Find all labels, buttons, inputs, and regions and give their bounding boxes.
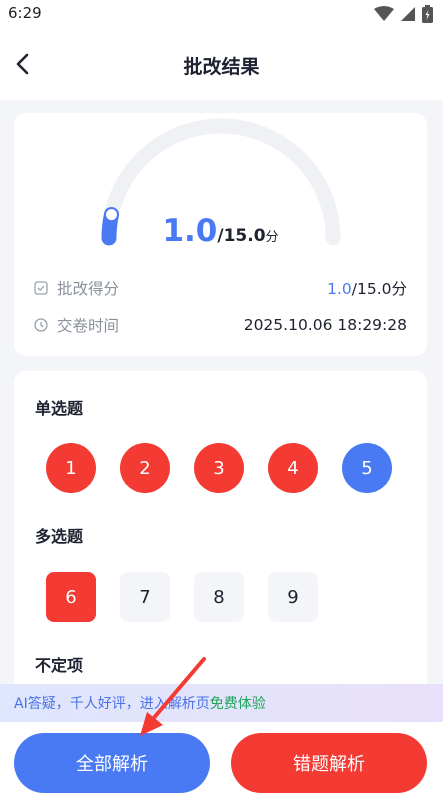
question-9[interactable]: 9 (268, 572, 318, 622)
score-display: 1.0/15.0分 (14, 213, 427, 249)
score-unit: 分 (265, 230, 279, 245)
clock-icon (34, 318, 48, 332)
question-5[interactable]: 5 (342, 443, 392, 493)
multi-choice-row: 6 7 8 9 (46, 572, 318, 622)
time-value: 2025.10.06 18:29:28 (243, 316, 407, 334)
question-7[interactable]: 7 (120, 572, 170, 622)
score-info-row: 批改得分 1.0/15.0分 (34, 276, 407, 300)
app-bar: 批改结果 (0, 30, 443, 100)
submit-time-row: 交卷时间 2025.10.06 18:29:28 (34, 313, 407, 337)
battery-icon (422, 5, 433, 23)
question-6[interactable]: 6 (46, 572, 96, 622)
all-analysis-button[interactable]: 全部解析 (14, 733, 210, 793)
section-title-single: 单选题 (35, 399, 84, 418)
score-info-total: /15.0分 (351, 280, 407, 298)
status-icons (374, 5, 433, 23)
promo-text: AI答疑，千人好评，进入解析页 (14, 696, 210, 712)
score-info-value: 1.0 (327, 280, 352, 298)
time-label: 交卷时间 (57, 317, 120, 335)
checkbox-icon (34, 281, 48, 295)
page-title: 批改结果 (183, 56, 260, 78)
question-card: 单选题 1 2 3 4 5 多选题 6 7 8 9 不定项 (14, 371, 427, 701)
question-4[interactable]: 4 (268, 443, 318, 493)
section-title-multi: 多选题 (35, 527, 84, 546)
ai-promo-banner[interactable]: AI答疑，千人好评，进入解析页 免费体验 (0, 684, 443, 722)
question-2[interactable]: 2 (120, 443, 170, 493)
score-value: 1.0 (162, 213, 218, 249)
status-time: 6:29 (8, 4, 42, 22)
wrong-analysis-button[interactable]: 错题解析 (231, 733, 427, 793)
score-label: 批改得分 (57, 280, 120, 298)
status-bar: 6:29 (0, 0, 443, 30)
promo-free-trial[interactable]: 免费体验 (210, 693, 266, 713)
score-total: /15.0 (217, 226, 266, 246)
score-card: 1.0/15.0分 批改得分 1.0/15.0分 交卷时间 2025.10.06… (14, 113, 427, 356)
single-choice-row: 1 2 3 4 5 (46, 443, 392, 493)
question-1[interactable]: 1 (46, 443, 96, 493)
signal-icon (401, 7, 415, 21)
question-3[interactable]: 3 (194, 443, 244, 493)
bottom-action-bar: 全部解析 错题解析 (0, 722, 443, 796)
question-8[interactable]: 8 (194, 572, 244, 622)
wifi-icon (374, 6, 394, 21)
section-title-indefinite: 不定项 (35, 656, 84, 675)
score-gauge (101, 118, 341, 246)
